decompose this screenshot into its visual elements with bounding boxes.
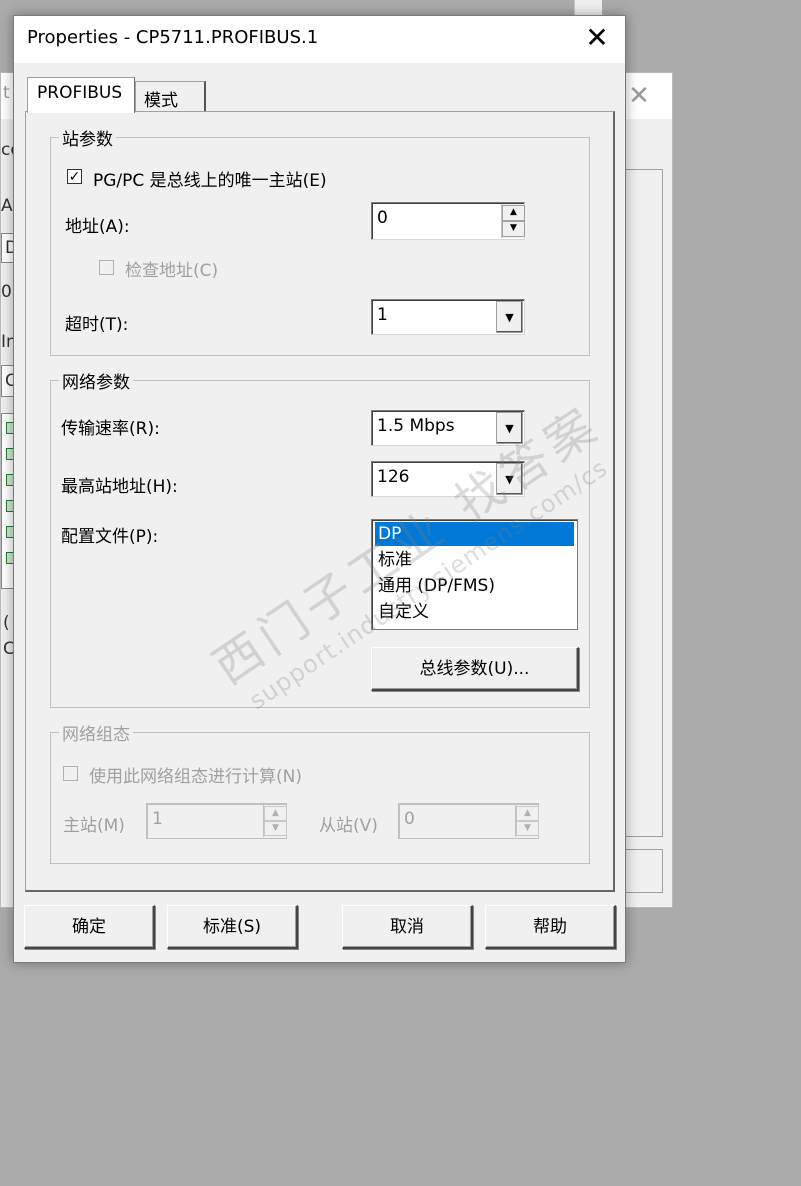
tab-panel: 站参数 ✓ PG/PC 是总线上的唯一主站(E) 地址(A): 0 ▲ ▼ 检查… [25, 111, 615, 892]
properties-dialog: Properties - CP5711.PROFIBUS.1 ✕ PROFIBU… [13, 15, 626, 963]
spin-down-icon[interactable]: ▼ [264, 821, 287, 836]
tab-mode[interactable]: 模式 [135, 81, 206, 112]
list-item[interactable]: 标准 [375, 548, 574, 572]
check-address-checkbox[interactable] [99, 260, 114, 275]
master-value: 1 [152, 809, 163, 829]
chevron-down-icon[interactable]: ▼ [496, 412, 523, 444]
address-label: 地址(A): [65, 217, 130, 237]
spin-down-icon[interactable]: ▼ [502, 221, 525, 237]
background-window-edge [574, 0, 602, 16]
profile-label: 配置文件(P): [61, 527, 159, 547]
master-spinbox[interactable]: 1 ▲ ▼ [146, 803, 287, 839]
background-text: ( [3, 613, 10, 633]
list-item[interactable]: 通用 (DP/FMS) [375, 574, 574, 598]
spin-up-icon[interactable]: ▲ [264, 806, 287, 821]
use-config-checkbox[interactable] [63, 766, 78, 781]
hsa-label: 最高站地址(H): [61, 477, 178, 497]
background-text: A [1, 196, 13, 216]
baud-label: 传输速率(R): [61, 419, 160, 439]
spin-up-icon[interactable]: ▲ [516, 806, 539, 821]
network-params-legend: 网络参数 [59, 368, 133, 393]
address-value: 0 [377, 208, 388, 228]
baud-value: 1.5 Mbps [377, 416, 455, 436]
timeout-value: 1 [377, 305, 388, 325]
station-params-group: 站参数 ✓ PG/PC 是总线上的唯一主站(E) 地址(A): 0 ▲ ▼ 检查… [50, 125, 590, 356]
spin-down-icon[interactable]: ▼ [516, 821, 539, 836]
timeout-dropdown[interactable]: 1 ▼ [371, 299, 525, 335]
master-label: 主站(M) [63, 816, 125, 836]
only-master-label[interactable]: PG/PC 是总线上的唯一主站(E) [93, 166, 327, 191]
list-item[interactable]: DP [375, 522, 574, 546]
default-button[interactable]: 标准(S) [167, 905, 298, 949]
background-text: 0 [1, 282, 12, 302]
network-config-legend: 网络组态 [59, 720, 133, 745]
chevron-down-icon[interactable]: ▼ [496, 301, 523, 333]
only-master-checkbox[interactable]: ✓ [67, 169, 82, 184]
dialog-titlebar: Properties - CP5711.PROFIBUS.1 ✕ [14, 16, 625, 63]
tab-label: PROFIBUS [37, 83, 123, 103]
slave-spin-buttons: ▲ ▼ [515, 805, 539, 837]
spin-up-icon[interactable]: ▲ [502, 205, 525, 221]
list-item[interactable]: 自定义 [375, 600, 574, 624]
hsa-value: 126 [377, 467, 410, 487]
bus-params-button[interactable]: 总线参数(U)... [371, 647, 579, 691]
timeout-label: 超时(T): [65, 315, 129, 335]
tab-profibus[interactable]: PROFIBUS [27, 77, 135, 113]
slave-spinbox[interactable]: 0 ▲ ▼ [398, 803, 539, 839]
background-close-icon[interactable]: ✕ [624, 81, 654, 111]
profile-listbox[interactable]: DP 标准 通用 (DP/FMS) 自定义 [371, 519, 578, 630]
check-address-label[interactable]: 检查地址(C) [125, 256, 218, 281]
use-config-label[interactable]: 使用此网络组态进行计算(N) [89, 762, 302, 787]
help-button[interactable]: 帮助 [485, 905, 616, 949]
address-spin-buttons: ▲ ▼ [501, 204, 525, 238]
dialog-title: Properties - CP5711.PROFIBUS.1 [27, 27, 319, 48]
baud-dropdown[interactable]: 1.5 Mbps ▼ [371, 410, 525, 446]
network-config-group: 网络组态 使用此网络组态进行计算(N) 主站(M) 1 ▲ ▼ 从站(V) 0 … [50, 720, 590, 864]
hsa-dropdown[interactable]: 126 ▼ [371, 461, 525, 497]
ok-button[interactable]: 确定 [24, 905, 155, 949]
close-icon[interactable]: ✕ [583, 24, 611, 53]
cancel-button[interactable]: 取消 [342, 905, 473, 949]
slave-label: 从站(V) [319, 816, 378, 836]
master-spin-buttons: ▲ ▼ [263, 805, 287, 837]
tab-label: 模式 [144, 91, 178, 111]
slave-value: 0 [404, 809, 415, 829]
address-spinbox[interactable]: 0 ▲ ▼ [371, 202, 525, 240]
chevron-down-icon[interactable]: ▼ [496, 463, 523, 495]
network-params-group: 网络参数 传输速率(R): 1.5 Mbps ▼ 最高站地址(H): 126 ▼… [50, 368, 590, 708]
station-params-legend: 站参数 [59, 125, 116, 150]
